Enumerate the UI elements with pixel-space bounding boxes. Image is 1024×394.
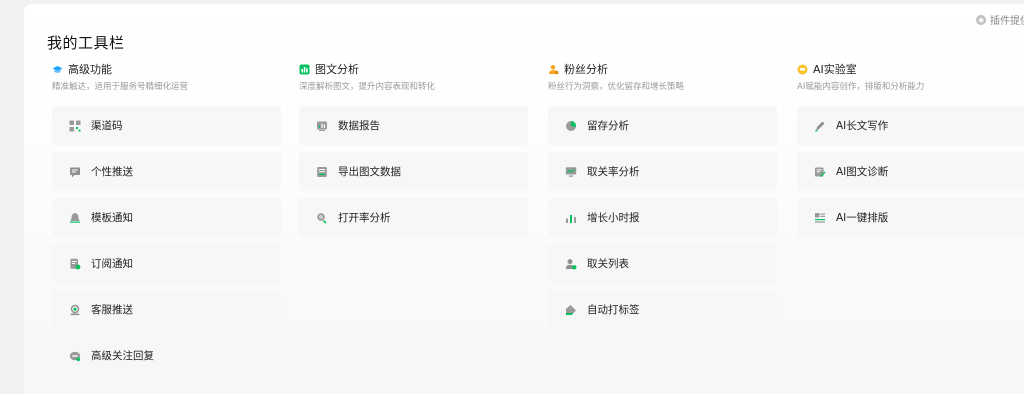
tool-item-label: 导出图文数据 bbox=[338, 166, 401, 178]
tool-group-description: 深度解析图文，提升内容表现和转化 bbox=[299, 82, 436, 92]
qrcode-icon bbox=[69, 120, 81, 132]
pie-icon bbox=[565, 120, 577, 132]
layout-icon bbox=[814, 212, 826, 224]
tool-item[interactable]: 个性推送 bbox=[52, 152, 281, 191]
tool-item[interactable]: 自动打标签 bbox=[548, 290, 777, 329]
tool-item-label: AI长文写作 bbox=[836, 120, 889, 132]
tool-group-description: 粉丝行为洞察，优化留存和增长策略 bbox=[548, 82, 685, 92]
tool-group-0: 高级功能精准触达，适用于服务号精细化运营渠道码个性推送模板通知订阅通知客服推送高… bbox=[52, 62, 281, 382]
tool-group-title: 高级功能 bbox=[68, 63, 112, 76]
tool-list: 留存分析取关率分析增长小时报取关列表自动打标签 bbox=[548, 106, 777, 329]
cap-icon bbox=[52, 64, 63, 75]
tool-group-1: 图文分析深度解析图文，提升内容表现和转化数据报告导出图文数据 打开率分析 bbox=[299, 62, 528, 244]
tool-item[interactable]: 渠道码 bbox=[52, 106, 281, 145]
magnifier-icon bbox=[316, 212, 328, 224]
plugin-provider-link[interactable]: ◉ 插件提供 bbox=[976, 12, 1024, 27]
pen-icon bbox=[814, 120, 826, 132]
tool-item[interactable]: 模板通知 bbox=[52, 198, 281, 237]
user-remove-icon bbox=[565, 258, 577, 270]
ai-face-icon bbox=[797, 64, 808, 75]
tool-item-label: 自动打标签 bbox=[587, 304, 640, 316]
tool-group-description: AI赋能内容创作，排版和分析能力 bbox=[797, 82, 925, 92]
tool-group-title: AI实验室 bbox=[813, 63, 857, 76]
tool-item-label: 取关列表 bbox=[587, 258, 629, 270]
monitor-icon bbox=[565, 166, 577, 178]
diagnose-icon bbox=[814, 166, 826, 178]
tool-group-title: 图文分析 bbox=[315, 63, 359, 76]
tool-item[interactable]: AI图文诊断 bbox=[797, 152, 1024, 191]
headset-icon bbox=[69, 304, 81, 316]
tool-item-label: 个性推送 bbox=[91, 166, 133, 178]
tool-item-label: 留存分析 bbox=[587, 120, 629, 132]
tool-item[interactable]: 高级关注回复 bbox=[52, 336, 281, 375]
tool-item[interactable]: 打开率分析 bbox=[299, 198, 528, 237]
tool-list: 数据报告导出图文数据 打开率分析 bbox=[299, 106, 528, 237]
tool-item[interactable]: 增长小时报 bbox=[548, 198, 777, 237]
tool-item-label: 数据报告 bbox=[338, 120, 380, 132]
tool-item-label: 客服推送 bbox=[91, 304, 133, 316]
bell-icon bbox=[69, 212, 81, 224]
tool-list: 渠道码个性推送模板通知订阅通知客服推送高级关注回复 bbox=[52, 106, 281, 375]
tool-list: AI长文写作 AI图文诊断 AI一键排版 bbox=[797, 106, 1024, 237]
page-title: 我的工具栏 bbox=[47, 34, 125, 52]
tool-group-header: 粉丝分析 bbox=[548, 62, 777, 76]
tag-icon bbox=[565, 304, 577, 316]
tool-item-label: 高级关注回复 bbox=[91, 350, 154, 362]
tool-item[interactable]: 取关列表 bbox=[548, 244, 777, 283]
tool-group-3: AI实验室 AI赋能内容创作，排版和分析能力 AI长文写作 AI图文诊断 AI一键排版 bbox=[797, 62, 1024, 244]
tool-item[interactable]: 数据报告 bbox=[299, 106, 528, 145]
user-icon bbox=[548, 64, 559, 75]
tool-item[interactable]: AI一键排版 bbox=[797, 198, 1024, 237]
report-icon bbox=[316, 120, 328, 132]
tool-group-header: 图文分析 bbox=[299, 62, 528, 76]
bar-chart-icon bbox=[565, 212, 577, 224]
tool-item-label: 渠道码 bbox=[91, 120, 123, 132]
tool-item[interactable]: 导出图文数据 bbox=[299, 152, 528, 191]
tool-group-description: 精准触达，适用于服务号精细化运营 bbox=[52, 82, 189, 92]
tool-item[interactable]: AI长文写作 bbox=[797, 106, 1024, 145]
tool-item[interactable]: 客服推送 bbox=[52, 290, 281, 329]
reply-icon bbox=[69, 350, 81, 362]
doc-check-icon bbox=[69, 258, 81, 270]
plugin-icon: ◉ bbox=[976, 14, 986, 25]
tool-item-label: AI图文诊断 bbox=[836, 166, 889, 178]
tool-item[interactable]: 取关率分析 bbox=[548, 152, 777, 191]
message-icon bbox=[69, 166, 81, 178]
chart-badge-icon bbox=[299, 64, 310, 75]
tool-group-title: 粉丝分析 bbox=[564, 63, 608, 76]
tool-item-label: 打开率分析 bbox=[338, 212, 391, 224]
tool-item-label: 取关率分析 bbox=[587, 166, 640, 178]
tool-group-header: 高级功能 bbox=[52, 62, 281, 76]
tool-item-label: AI一键排版 bbox=[836, 212, 889, 224]
tool-item[interactable]: 留存分析 bbox=[548, 106, 777, 145]
tool-group-header: AI实验室 bbox=[797, 62, 1024, 76]
tool-item[interactable]: 订阅通知 bbox=[52, 244, 281, 283]
tool-group-2: 粉丝分析粉丝行为洞察，优化留存和增长策略留存分析取关率分析增长小时报取关列表自动… bbox=[548, 62, 777, 336]
tool-item-label: 增长小时报 bbox=[587, 212, 640, 224]
tool-item-label: 订阅通知 bbox=[91, 258, 133, 270]
export-icon bbox=[316, 166, 328, 178]
plugin-link-label: 插件提供 bbox=[990, 16, 1024, 27]
tool-item-label: 模板通知 bbox=[91, 212, 133, 224]
